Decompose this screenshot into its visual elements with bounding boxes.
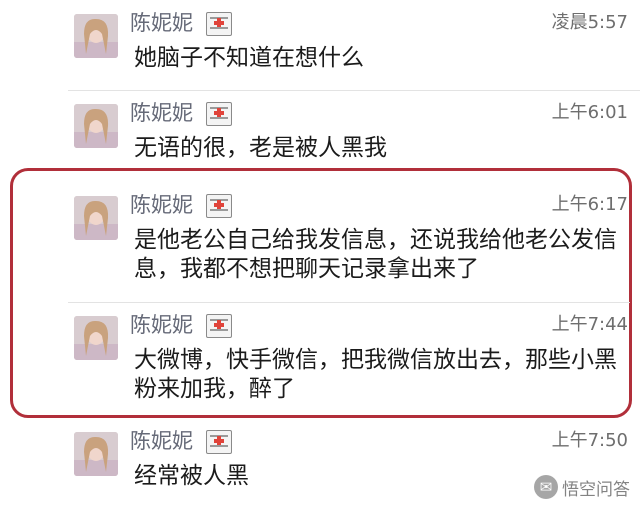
sender-name[interactable]: 陈妮妮 xyxy=(130,100,193,126)
medal-badge-icon xyxy=(206,194,232,218)
chat-bubble-icon: ✉ xyxy=(534,475,558,499)
message-text[interactable]: 她脑子不知道在想什么 xyxy=(134,44,624,73)
avatar[interactable] xyxy=(74,432,118,476)
sender-name[interactable]: 陈妮妮 xyxy=(130,312,193,338)
sender-name[interactable]: 陈妮妮 xyxy=(130,192,193,218)
sender-name[interactable]: 陈妮妮 xyxy=(130,10,193,36)
message-timestamp: 凌晨5:57 xyxy=(551,12,628,33)
avatar[interactable] xyxy=(74,14,118,58)
avatar[interactable] xyxy=(74,316,118,360)
medal-badge-icon xyxy=(206,430,232,454)
message-timestamp: 上午6:17 xyxy=(551,194,628,215)
avatar[interactable] xyxy=(74,104,118,148)
message-divider xyxy=(68,90,640,91)
watermark-text: 悟空问答 xyxy=(562,479,630,500)
message-timestamp: 上午7:44 xyxy=(551,314,628,335)
message-text[interactable]: 大微博，快手微信，把我微信放出去，那些小黑粉来加我，醉了 xyxy=(134,346,624,404)
message-timestamp: 上午7:50 xyxy=(551,430,628,451)
message-timestamp: 上午6:01 xyxy=(551,102,628,123)
avatar[interactable] xyxy=(74,196,118,240)
message-divider xyxy=(68,302,630,303)
medal-badge-icon xyxy=(206,102,232,126)
message-text[interactable]: 是他老公自己给我发信息，还说我给他老公发信息，我都不想把聊天记录拿出来了 xyxy=(134,226,624,284)
sender-name[interactable]: 陈妮妮 xyxy=(130,428,193,454)
watermark: ✉ 悟空问答 xyxy=(534,475,630,500)
medal-badge-icon xyxy=(206,314,232,338)
medal-badge-icon xyxy=(206,12,232,36)
message-text[interactable]: 无语的很，老是被人黑我 xyxy=(134,134,624,163)
